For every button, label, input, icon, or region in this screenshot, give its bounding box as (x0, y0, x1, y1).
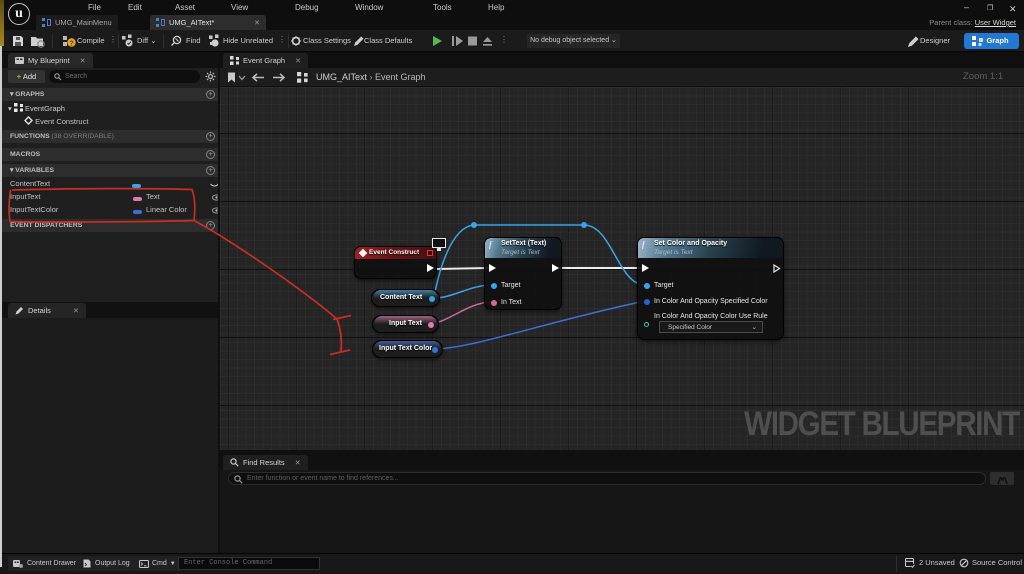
svg-text:?: ? (69, 41, 73, 48)
